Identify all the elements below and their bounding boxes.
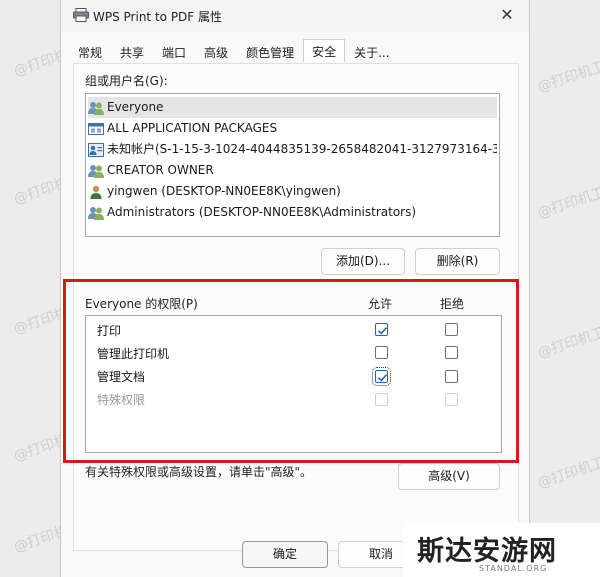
permissions-label: Everyone 的权限(P) xyxy=(85,297,198,311)
close-icon: ✕ xyxy=(500,5,514,24)
printer-icon xyxy=(73,8,89,22)
permission-row: 管理文档 xyxy=(97,370,146,384)
watermark: @打印机卫士 xyxy=(535,320,600,362)
allow-manage-printer-checkbox[interactable] xyxy=(375,346,388,359)
watermark: @打印机卫士 xyxy=(535,450,600,492)
allow-print-checkbox[interactable] xyxy=(375,323,388,336)
deny-manage-documents-checkbox[interactable] xyxy=(445,370,458,383)
group-icon xyxy=(88,164,104,178)
ok-button[interactable]: 确定 xyxy=(242,541,328,568)
unknown-account-icon xyxy=(88,142,104,157)
principal-name: yingwen (DESKTOP-NN0EE8K\yingwen) xyxy=(107,184,341,198)
principal-name: Everyone xyxy=(107,100,164,114)
principals-listbox[interactable]: Everyone ALL APPLICATION PACKAGES 未知帐户(S… xyxy=(85,93,500,237)
window-title: WPS Print to PDF 属性 xyxy=(93,10,223,24)
group-icon xyxy=(88,101,104,115)
principal-name: Administrators (DESKTOP-NN0EE8K\Administ… xyxy=(107,205,417,219)
tab-color-management[interactable]: 颜色管理 xyxy=(237,41,303,63)
tab-strip: 常规 共享 端口 高级 颜色管理 安全 关于... xyxy=(69,39,399,63)
principal-name: CREATOR OWNER xyxy=(107,163,214,177)
title-bar[interactable]: WPS Print to PDF 属性 ✕ xyxy=(61,0,529,32)
allow-column-header: 允许 xyxy=(368,297,393,311)
user-icon xyxy=(90,185,102,199)
app-packages-icon xyxy=(88,122,104,135)
remove-button[interactable]: 删除(R) xyxy=(415,248,500,275)
tab-advanced[interactable]: 高级 xyxy=(195,41,237,63)
permission-row: 特殊权限 xyxy=(97,393,146,407)
tab-ports[interactable]: 端口 xyxy=(153,41,195,63)
add-button[interactable]: 添加(D)... xyxy=(321,248,405,275)
deny-column-header: 拒绝 xyxy=(440,297,465,311)
watermark: @打印机卫士 xyxy=(535,180,600,222)
tab-sharing[interactable]: 共享 xyxy=(111,41,153,63)
permission-row: 管理此打印机 xyxy=(97,347,170,361)
list-item[interactable]: Administrators (DESKTOP-NN0EE8K\Administ… xyxy=(88,202,497,223)
groups-label: 组或用户名(G): xyxy=(85,74,168,88)
group-icon xyxy=(88,206,104,220)
close-button[interactable]: ✕ xyxy=(493,4,521,26)
tab-about[interactable]: 关于... xyxy=(345,41,398,63)
watermark: @打印机卫士 xyxy=(535,54,600,96)
checkmark-icon xyxy=(377,374,388,382)
principal-name: 未知帐户(S-1-15-3-1024-4044835139-2658482041… xyxy=(107,142,497,156)
tab-general[interactable]: 常规 xyxy=(69,41,111,63)
list-item[interactable]: ALL APPLICATION PACKAGES xyxy=(88,118,497,139)
deny-manage-printer-checkbox[interactable] xyxy=(445,346,458,359)
list-item[interactable]: yingwen (DESKTOP-NN0EE8K\yingwen) xyxy=(88,181,497,202)
list-item[interactable]: 未知帐户(S-1-15-3-1024-4044835139-2658482041… xyxy=(88,139,497,160)
logo-title: 斯达安游网 xyxy=(417,536,557,567)
advanced-button[interactable]: 高级(V) xyxy=(398,463,500,490)
checkmark-icon xyxy=(377,327,388,335)
permissions-list: 打印 管理此打印机 管理文档 特殊权限 xyxy=(85,315,502,453)
permission-row: 打印 xyxy=(97,324,122,338)
advanced-hint: 有关特殊权限或高级设置，请单击"高级"。 xyxy=(85,465,313,479)
deny-print-checkbox[interactable] xyxy=(445,323,458,336)
list-item[interactable]: Everyone xyxy=(88,97,497,118)
allow-manage-documents-checkbox[interactable] xyxy=(372,367,391,386)
logo-subtitle: STANDAL.ORG xyxy=(479,564,548,573)
list-item[interactable]: CREATOR OWNER xyxy=(88,160,497,181)
allow-special-permissions-checkbox xyxy=(375,393,388,406)
principal-name: ALL APPLICATION PACKAGES xyxy=(107,121,278,135)
site-logo: 斯达安游网 STANDAL.ORG xyxy=(403,523,600,577)
deny-special-permissions-checkbox xyxy=(445,393,458,406)
tab-security[interactable]: 安全 xyxy=(303,39,346,63)
